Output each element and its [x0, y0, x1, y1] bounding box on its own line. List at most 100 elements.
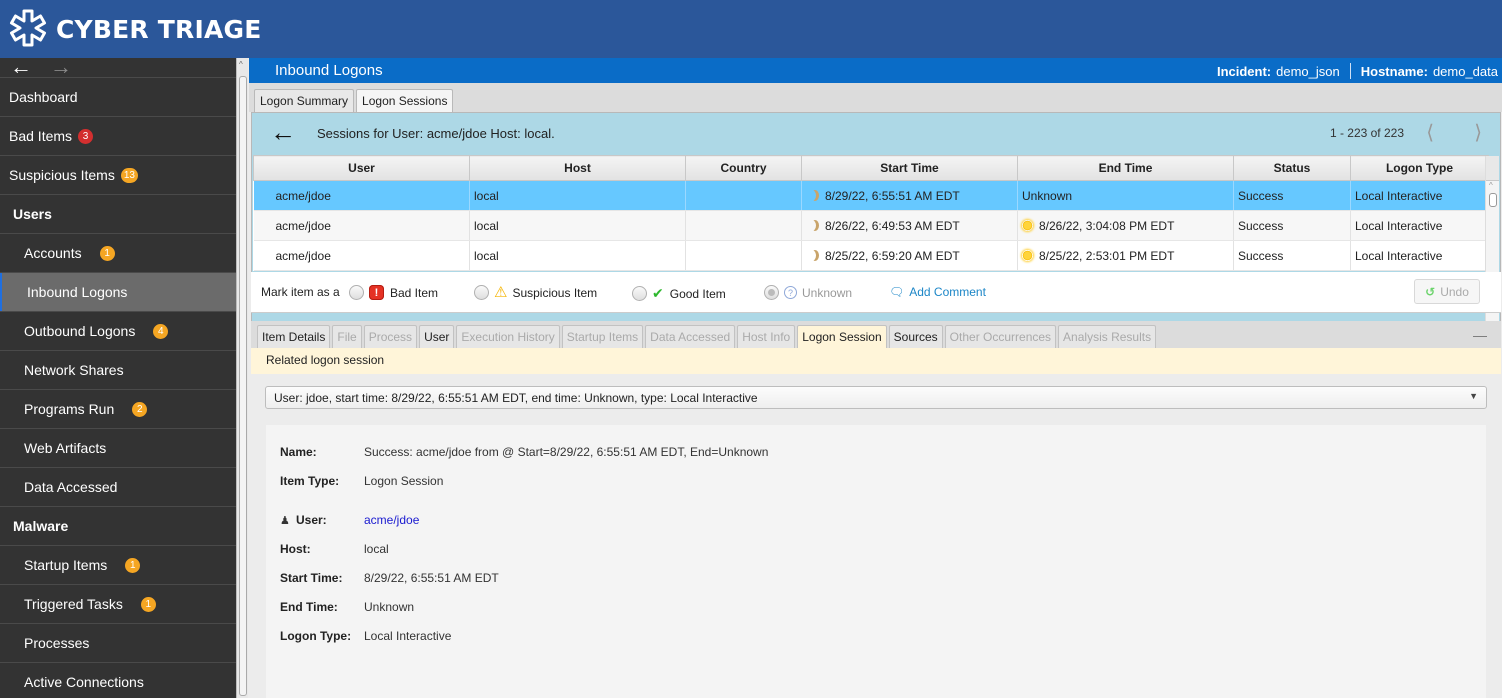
radio-button[interactable]	[632, 286, 647, 301]
cell-start-time: 8/29/22, 6:55:51 AM EDT	[801, 180, 1018, 211]
dropdown-arrow-icon[interactable]: ▼	[1469, 391, 1478, 401]
scroll-up-icon[interactable]: ^	[239, 60, 243, 69]
moon-icon	[808, 250, 816, 261]
sidebar-item-label: Web Artifacts	[24, 440, 107, 456]
column-header-country[interactable]: Country	[685, 155, 802, 181]
sidebar-item-outbound-logons[interactable]: Outbound Logons 4	[0, 311, 236, 350]
scrollbar-thumb[interactable]	[239, 76, 247, 696]
sidebar-item-triggered-tasks[interactable]: Triggered Tasks 1	[0, 584, 236, 623]
related-session-label: Related logon session	[251, 348, 1501, 374]
tab-item-details[interactable]: Item Details	[257, 325, 331, 348]
cell-logon-type: Local Interactive	[1350, 180, 1489, 211]
detail-card: Name: Success: acme/jdoe from @ Start=8/…	[266, 425, 1486, 698]
sidebar-item-label: Outbound Logons	[24, 323, 136, 339]
question-icon: ?	[784, 286, 797, 299]
mark-good-item-radio[interactable]: ✔ Good Item	[632, 285, 726, 302]
tab-startup-items[interactable]: Startup Items	[561, 325, 644, 348]
column-header-end-time[interactable]: End Time	[1017, 155, 1234, 181]
hostname-value: demo_data	[1432, 63, 1498, 79]
tab-sources[interactable]: Sources	[888, 325, 943, 348]
sidebar-section-users: Users	[0, 194, 236, 233]
sidebar-item-suspicious-items[interactable]: Suspicious Items 13	[0, 155, 236, 194]
sidebar-item-active-connections[interactable]: Active Connections	[0, 662, 236, 698]
table-row[interactable]: acme/jdoe local 8/25/22, 6:59:20 AM EDT …	[253, 240, 1489, 271]
add-comment-link[interactable]: 🗨 Add Comment	[889, 285, 986, 299]
end-time-text: 8/26/22, 3:04:08 PM EDT	[1039, 218, 1175, 233]
tab-data-accessed[interactable]: Data Accessed	[645, 325, 736, 348]
tab-execution-history[interactable]: Execution History	[456, 325, 560, 348]
chevron-left-icon[interactable]: ⟨	[1426, 120, 1434, 145]
page-title-bar: Inbound Logons Incident: demo_json Hostn…	[249, 58, 1502, 83]
option-label: Good Item	[669, 286, 726, 301]
sidebar-item-startup-items[interactable]: Startup Items 1	[0, 545, 236, 584]
mark-unknown-radio[interactable]: ? Unknown	[764, 285, 852, 300]
radio-button[interactable]	[474, 285, 489, 300]
back-arrow-icon[interactable]: ←	[270, 117, 296, 148]
field-start-time: Start Time: 8/29/22, 6:55:51 AM EDT	[280, 571, 499, 585]
column-header-host[interactable]: Host	[469, 155, 686, 181]
sidebar-item-programs-run[interactable]: Programs Run 2	[0, 389, 236, 428]
cell-country	[685, 180, 802, 211]
field-name: Name: Success: acme/jdoe from @ Start=8/…	[280, 445, 768, 459]
sidebar-item-label: Suspicious Items	[9, 167, 115, 183]
tab-logon-sessions[interactable]: Logon Sessions	[356, 89, 454, 112]
chevron-right-icon[interactable]: ⟩	[1474, 120, 1482, 145]
mark-bad-item-radio[interactable]: ! Bad Item	[349, 285, 438, 300]
tab-other-occurrences[interactable]: Other Occurrences	[944, 325, 1057, 348]
field-end-time: End Time: Unknown	[280, 600, 414, 614]
sidebar-item-bad-items[interactable]: Bad Items 3	[0, 116, 236, 155]
field-key: Host:	[280, 542, 311, 556]
column-header-logon-type[interactable]: Logon Type	[1350, 155, 1489, 181]
tab-file[interactable]: File	[332, 325, 362, 348]
field-key: Name:	[280, 445, 317, 459]
sidebar-item-accounts[interactable]: Accounts 1	[0, 233, 236, 272]
asterisk-logo-icon	[10, 9, 46, 47]
app-logo: CYBER TRIAGE	[8, 9, 262, 49]
sidebar-section-label: Malware	[13, 518, 69, 534]
count-badge: 13	[120, 167, 138, 183]
user-link[interactable]: acme/jdoe	[364, 513, 419, 527]
radio-button[interactable]	[349, 285, 364, 300]
undo-button[interactable]: ↺ Undo	[1414, 279, 1480, 304]
sidebar-item-data-accessed[interactable]: Data Accessed	[0, 467, 236, 506]
sessions-heading: Sessions for User: acme/jdoe Host: local…	[317, 126, 555, 141]
count-badge: 4	[153, 323, 169, 339]
tab-analysis-results[interactable]: Analysis Results	[1058, 325, 1157, 348]
sessions-header: ← Sessions for User: acme/jdoe Host: loc…	[252, 113, 1500, 155]
column-header-status[interactable]: Status	[1233, 155, 1351, 181]
sidebar-item-inbound-logons[interactable]: Inbound Logons	[0, 272, 236, 311]
sidebar-scrollbar[interactable]: ^	[236, 58, 248, 698]
mark-suspicious-item-radio[interactable]: ⚠ Suspicious Item	[474, 285, 597, 300]
sidebar-item-dashboard[interactable]: Dashboard	[0, 77, 236, 116]
end-time-text: Unknown	[1022, 188, 1073, 203]
column-header-start-time[interactable]: Start Time	[801, 155, 1018, 181]
tab-host-info[interactable]: Host Info	[737, 325, 796, 348]
sidebar-item-network-shares[interactable]: Network Shares	[0, 350, 236, 389]
scroll-up-icon[interactable]: ^	[1489, 181, 1493, 190]
cell-end-time: 8/26/22, 3:04:08 PM EDT	[1017, 210, 1234, 241]
tab-process[interactable]: Process	[363, 325, 418, 348]
cell-status: Success	[1233, 210, 1351, 241]
sidebar-item-processes[interactable]: Processes	[0, 623, 236, 662]
minimize-icon[interactable]: —	[1473, 327, 1487, 343]
tab-user[interactable]: User	[419, 325, 455, 348]
table-row[interactable]: acme/jdoe local 8/26/22, 6:49:53 AM EDT …	[253, 210, 1489, 241]
moon-icon	[808, 220, 816, 231]
cell-user: acme/jdoe	[253, 240, 470, 271]
cell-country	[685, 210, 802, 241]
cell-logon-type: Local Interactive	[1350, 240, 1489, 271]
cell-host: local	[469, 180, 686, 211]
session-select[interactable]: User: jdoe, start time: 8/29/22, 6:55:51…	[265, 386, 1487, 409]
column-header-user[interactable]: User	[253, 155, 470, 181]
sidebar-item-label: Programs Run	[24, 401, 115, 417]
tab-logon-summary[interactable]: Logon Summary	[254, 89, 355, 112]
radio-button[interactable]	[764, 285, 779, 300]
field-item-type: Item Type: Logon Session	[280, 474, 443, 488]
scrollbar-thumb[interactable]	[1489, 193, 1497, 207]
table-row[interactable]: acme/jdoe local 8/29/22, 6:55:51 AM EDT …	[253, 180, 1489, 211]
field-value: Local Interactive	[364, 629, 452, 643]
sidebar-item-web-artifacts[interactable]: Web Artifacts	[0, 428, 236, 467]
detail-tabs: Item Details File Process User Execution…	[251, 321, 1501, 348]
end-time-text: 8/25/22, 2:53:01 PM EDT	[1039, 248, 1175, 263]
tab-logon-session[interactable]: Logon Session	[797, 325, 887, 348]
